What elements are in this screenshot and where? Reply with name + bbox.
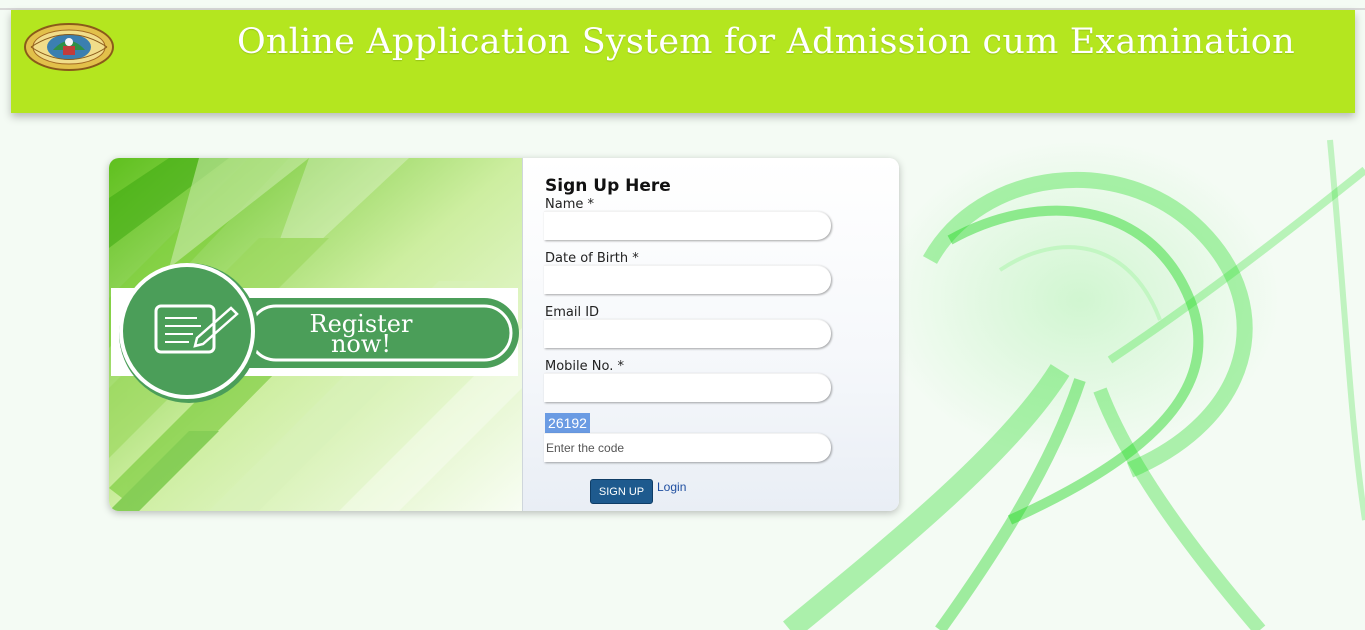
- page-title: Online Application System for Admission …: [237, 22, 1295, 62]
- name-label: Name *: [545, 197, 594, 212]
- mobile-label: Mobile No. *: [545, 359, 624, 374]
- captcha-input[interactable]: [544, 433, 831, 462]
- signup-card: Register now! Sign Up Here Name * Date o…: [109, 158, 899, 511]
- register-promo-panel: Register now!: [109, 158, 522, 511]
- signup-form: Sign Up Here Name * Date of Birth * Emai…: [523, 158, 899, 511]
- email-input[interactable]: [544, 319, 831, 348]
- dob-label: Date of Birth *: [545, 251, 639, 266]
- university-emblem-icon: [24, 23, 114, 71]
- site-header: Online Application System for Admission …: [11, 10, 1355, 113]
- mobile-input[interactable]: [544, 373, 831, 402]
- dob-input[interactable]: [544, 265, 831, 294]
- form-title: Sign Up Here: [545, 176, 671, 196]
- signup-button[interactable]: SIGN UP: [590, 479, 653, 504]
- captcha-code: 26192: [545, 413, 590, 434]
- name-input[interactable]: [544, 211, 831, 240]
- banner-line2: now!: [331, 330, 391, 358]
- register-promo-graphic: Register now!: [109, 158, 522, 511]
- login-link[interactable]: Login: [657, 480, 686, 494]
- email-label: Email ID: [545, 305, 600, 320]
